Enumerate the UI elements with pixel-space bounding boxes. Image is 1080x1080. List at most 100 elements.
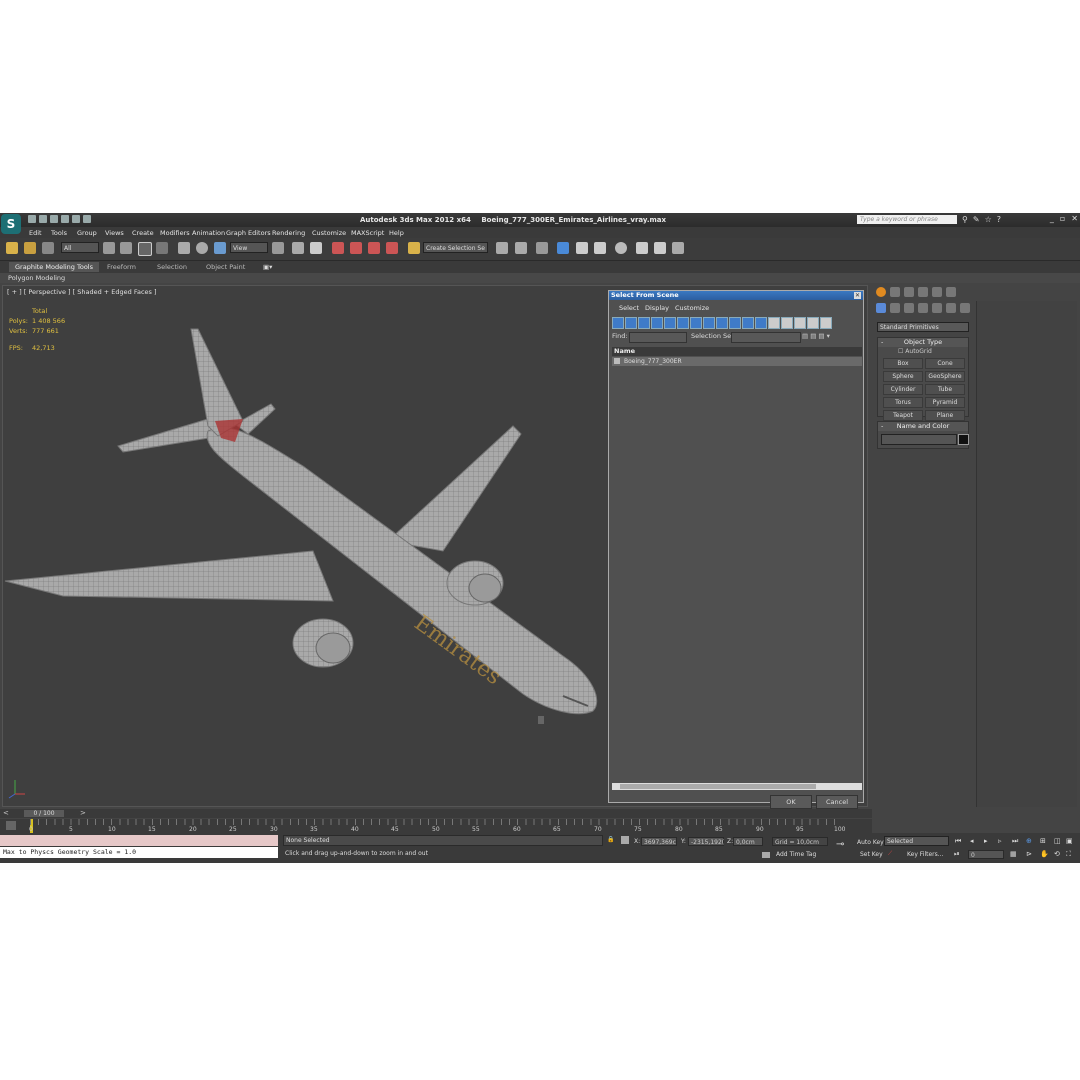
key-filters-button[interactable]: Key Filters...	[907, 851, 944, 858]
key-mode-toggle-icon[interactable]: ⏯	[954, 850, 963, 859]
named-selection-dropdown[interactable]: Create Selection Se	[423, 242, 488, 253]
menu-tools[interactable]: Tools	[51, 229, 67, 237]
spacewarps-category-icon[interactable]	[946, 303, 956, 313]
rotate-icon[interactable]	[196, 242, 208, 254]
current-frame-field[interactable]: 0	[968, 850, 1004, 859]
airplane-model[interactable]: Emirates	[3, 326, 603, 776]
horizontal-scrollbar[interactable]	[612, 783, 862, 790]
transform-mode-icon[interactable]	[621, 836, 629, 844]
display-hidden-icon[interactable]	[755, 317, 767, 329]
slider-right-arrow-icon[interactable]: >	[80, 809, 86, 817]
select-object-icon[interactable]	[103, 242, 115, 254]
tab-graphite-modeling-tools[interactable]: Graphite Modeling Tools	[9, 262, 100, 272]
menu-views[interactable]: Views	[105, 229, 124, 237]
set-key-tangent-icon[interactable]: ⟋	[888, 850, 892, 858]
render-production-icon[interactable]	[672, 242, 684, 254]
maximize-icon[interactable]: ▫	[1060, 214, 1065, 223]
time-slider[interactable]: < 0 / 100 >	[0, 809, 872, 818]
display-frozen-icon[interactable]	[742, 317, 754, 329]
find-input[interactable]	[629, 332, 687, 343]
add-time-tag-button[interactable]: Add Time Tag	[776, 851, 816, 858]
viewport-label[interactable]: [ + ] [ Perspective ] [ Shaded + Edged F…	[7, 288, 157, 296]
menu-edit[interactable]: Edit	[29, 229, 42, 237]
display-geometry-icon[interactable]	[612, 317, 624, 329]
dialog-menu-display[interactable]: Display	[645, 304, 669, 312]
scrollbar-thumb[interactable]	[620, 784, 816, 789]
help-icon[interactable]: ?	[997, 215, 1001, 224]
percent-snap-icon[interactable]	[368, 242, 380, 254]
pan-view-icon[interactable]: ✋	[1040, 850, 1049, 859]
ok-button[interactable]: OK	[770, 795, 812, 809]
orbit-icon[interactable]: ⟲	[1054, 850, 1063, 859]
reference-coordinate-dropdown[interactable]: View	[230, 242, 268, 253]
name-column-header[interactable]: Name	[612, 347, 862, 356]
cylinder-button[interactable]: Cylinder	[883, 384, 923, 395]
ribbon-options-icon[interactable]: ▣▾	[263, 263, 272, 271]
dialog-title-bar[interactable]: Select From Scene ✕	[609, 291, 863, 300]
zoom-icon[interactable]: ⊕	[1026, 837, 1035, 846]
display-helpers-icon[interactable]	[664, 317, 676, 329]
time-tag-icon[interactable]	[762, 852, 770, 858]
menu-maxscript[interactable]: MAXScript	[351, 229, 384, 237]
close-icon[interactable]: ✕	[854, 292, 861, 299]
rendered-frame-icon[interactable]	[654, 242, 666, 254]
primitive-category-dropdown[interactable]: Standard Primitives	[877, 322, 969, 332]
set-key-button[interactable]: Set Key	[860, 851, 883, 858]
menu-modifiers[interactable]: Modifiers	[160, 229, 190, 237]
menu-rendering[interactable]: Rendering	[272, 229, 305, 237]
menu-group[interactable]: Group	[77, 229, 97, 237]
key-icon[interactable]: ⊸	[836, 839, 844, 850]
pivot-center-icon[interactable]	[272, 242, 284, 254]
display-lights-icon[interactable]	[638, 317, 650, 329]
helpers-category-icon[interactable]	[932, 303, 942, 313]
hierarchy-tab-icon[interactable]	[904, 287, 914, 297]
lights-category-icon[interactable]	[904, 303, 914, 313]
display-groups-icon[interactable]	[690, 317, 702, 329]
select-none-icon[interactable]	[781, 317, 793, 329]
unlink-icon[interactable]	[24, 242, 36, 254]
redo-icon[interactable]	[72, 215, 80, 223]
binoculars-icon[interactable]: ⚲	[962, 215, 968, 224]
app-logo-icon[interactable]: S	[1, 214, 21, 234]
minimize-icon[interactable]: _	[1050, 214, 1054, 223]
key-mode-dropdown[interactable]: Selected	[884, 836, 949, 846]
new-file-icon[interactable]	[28, 215, 36, 223]
edit-named-selection-icon[interactable]	[408, 242, 420, 254]
dialog-menu-customize[interactable]: Customize	[675, 304, 709, 312]
spinner-snap-icon[interactable]	[386, 242, 398, 254]
save-file-icon[interactable]	[50, 215, 58, 223]
shapes-category-icon[interactable]	[890, 303, 900, 313]
display-tab-icon[interactable]	[932, 287, 942, 297]
tab-object-paint[interactable]: Object Paint	[206, 263, 245, 271]
field-of-view-icon[interactable]: ⊳	[1026, 850, 1035, 859]
maxscript-listener-input[interactable]	[0, 835, 278, 846]
tab-selection[interactable]: Selection	[157, 263, 187, 271]
zoom-extents-all-icon[interactable]: ▣	[1066, 837, 1075, 846]
display-containers-icon[interactable]	[729, 317, 741, 329]
help-search-input[interactable]: Type a keyword or phrase	[857, 215, 957, 224]
layer-manager-icon[interactable]	[536, 242, 548, 254]
menu-animation[interactable]: Animation	[192, 229, 225, 237]
selection-filter-dropdown[interactable]: All	[61, 242, 99, 253]
plane-button[interactable]: Plane	[925, 410, 965, 421]
graphite-toggle-icon[interactable]	[557, 242, 569, 254]
menu-customize[interactable]: Customize	[312, 229, 346, 237]
select-manipulate-icon[interactable]	[292, 242, 304, 254]
slider-left-arrow-icon[interactable]: <	[3, 809, 9, 817]
auto-key-button[interactable]: Auto Key	[857, 839, 884, 846]
display-bones-icon[interactable]	[716, 317, 728, 329]
modify-tab-icon[interactable]	[890, 287, 900, 297]
angle-snap-icon[interactable]	[350, 242, 362, 254]
cone-button[interactable]: Cone	[925, 358, 965, 369]
link-icon[interactable]	[6, 242, 18, 254]
object-type-header[interactable]: - Object Type	[878, 338, 968, 347]
z-coordinate-field[interactable]: 0,0cm	[733, 837, 763, 846]
filter-icon[interactable]	[807, 317, 819, 329]
create-tab-icon[interactable]	[876, 287, 886, 297]
previous-frame-icon[interactable]: ◂	[970, 837, 979, 846]
star-icon[interactable]: ☆	[985, 215, 992, 224]
open-file-icon[interactable]	[39, 215, 47, 223]
box-button[interactable]: Box	[883, 358, 923, 369]
filter-options-icon[interactable]	[820, 317, 832, 329]
close-icon[interactable]: ✕	[1071, 214, 1078, 223]
